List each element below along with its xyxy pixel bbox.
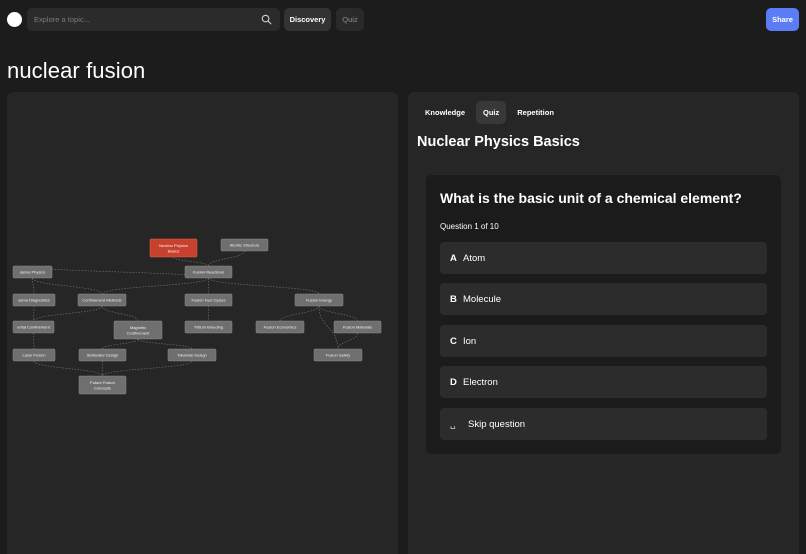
search-input[interactable] <box>27 8 257 31</box>
answer-option-c[interactable]: C Ion <box>440 325 767 357</box>
graph-node-label: Confinement <box>127 330 151 335</box>
graph-node-label: Tritium Breeding <box>194 325 223 330</box>
panel-tabs: Knowledge Quiz Repetition <box>418 101 561 124</box>
tab-knowledge[interactable]: Knowledge <box>418 101 472 124</box>
graph-node-ffc[interactable]: Fusion Fuel Cycles <box>184 293 233 307</box>
graph-node-as[interactable]: Atomic Structure <box>220 238 269 252</box>
page-title: nuclear fusion <box>7 58 146 83</box>
graph-edge <box>208 277 320 295</box>
option-letter: C <box>450 335 457 347</box>
graph-edge <box>32 265 209 279</box>
option-letter: B <box>450 293 457 305</box>
skip-text: Skip question <box>468 418 526 430</box>
option-text: Electron <box>463 376 498 388</box>
graph-edge <box>337 332 358 350</box>
graph-node-sd[interactable]: Stellarator Design <box>78 348 127 362</box>
graph-edge <box>33 332 35 350</box>
app-logo[interactable] <box>7 12 22 27</box>
graph-node-label: ertial Confinement <box>17 325 50 330</box>
graph-node-ffcn[interactable]: Future FusionConcepts <box>78 375 127 395</box>
answer-option-d[interactable]: D Electron <box>440 366 767 398</box>
graph-node-label: Fusion Safety <box>326 353 350 358</box>
option-letter: D <box>450 376 457 388</box>
knowledge-graph-panel[interactable]: Nuclear Physics Basics Atomic Structure las… <box>7 92 398 554</box>
option-text: Ion <box>463 335 477 347</box>
nav-discovery-button[interactable]: Discovery <box>284 8 331 31</box>
graph-edge <box>33 360 103 377</box>
graph-edge <box>137 338 193 350</box>
graph-edge <box>102 360 193 377</box>
graph-node-label: Magnetic <box>130 325 146 330</box>
graph-node-label: Atomic Structure <box>230 243 260 248</box>
graph-node-td[interactable]: Tokamak Design <box>167 348 217 362</box>
space-key-icon: ␣ <box>450 418 456 429</box>
graph-node-label: Stellarator Design <box>87 353 119 358</box>
graph-edge <box>173 256 209 267</box>
search-icon[interactable] <box>261 14 272 25</box>
option-letter: A <box>450 252 457 264</box>
graph-edge <box>208 250 245 267</box>
graph-node-label: lasma Physics <box>20 270 46 275</box>
graph-node-fs[interactable]: Fusion Safety <box>313 348 363 362</box>
graph-node-fe[interactable]: Fusion Energy <box>294 293 344 307</box>
graph-edge <box>33 305 35 322</box>
graph-node-pp[interactable]: lasma Physics <box>12 265 53 279</box>
graph-edge <box>279 305 320 322</box>
topic-panel: Knowledge Quiz Repetition Nuclear Physic… <box>408 92 799 554</box>
graph-edge <box>33 305 103 322</box>
graph-node-fr[interactable]: Fusion Reactions <box>184 265 233 279</box>
graph-edge <box>32 277 35 295</box>
graph-edge <box>102 338 139 350</box>
tab-quiz[interactable]: Quiz <box>476 101 507 124</box>
graph-edge <box>32 277 103 295</box>
graph-node-label: Tokamak Design <box>177 353 207 358</box>
graph-node-label: Confinement Methods <box>82 298 121 303</box>
graph-node-label: Basics <box>168 248 180 253</box>
graph-node-label: Fusion Energy <box>306 298 332 303</box>
quiz-card: What is the basic unit of a chemical ele… <box>426 175 781 454</box>
graph-node-ic[interactable]: ertial Confinement <box>12 320 55 334</box>
graph-node-label: Nuclear Physics <box>159 243 188 248</box>
graph-edge <box>318 305 358 322</box>
graph-node-npb[interactable]: Nuclear PhysicsBasics <box>149 238 198 258</box>
graph-node-fm[interactable]: Fusion Materials <box>333 320 382 334</box>
graph-node-pd[interactable]: asma Diagnostics <box>12 293 56 307</box>
quiz-progress: Question 1 of 10 <box>440 222 499 231</box>
knowledge-graph[interactable]: Nuclear PhysicsBasics Atomic Structure las… <box>7 92 398 554</box>
graph-node-label: Fusion Reactions <box>193 270 224 275</box>
graph-node-label: Fusion Economics <box>264 325 297 330</box>
answer-option-b[interactable]: B Molecule <box>440 283 767 315</box>
graph-node-lf[interactable]: Laser Fusion <box>12 348 56 362</box>
graph-node-label: Fusion Fuel Cycles <box>191 298 225 303</box>
graph-node-label: asma Diagnostics <box>18 298 50 303</box>
graph-node-label: Fusion Materials <box>343 325 372 330</box>
search-bar[interactable] <box>27 8 280 31</box>
graph-node-cm[interactable]: Confinement Methods <box>77 293 127 307</box>
skip-question-button[interactable]: ␣ Skip question <box>440 408 767 440</box>
option-text: Molecule <box>463 293 502 305</box>
share-button[interactable]: Share <box>766 8 799 31</box>
tab-repetition[interactable]: Repetition <box>510 101 561 124</box>
nav-quiz-button[interactable]: Quiz <box>336 8 364 31</box>
section-title: Nuclear Physics Basics <box>417 134 580 150</box>
graph-node-label: Laser Fusion <box>22 353 45 358</box>
answer-option-a[interactable]: A Atom <box>440 242 767 274</box>
graph-node-tb[interactable]: Tritium Breeding <box>184 320 233 334</box>
graph-edge <box>101 277 209 295</box>
graph-node-mc[interactable]: MagneticConfinement <box>113 320 163 340</box>
graph-edge <box>101 305 139 322</box>
graph-node-label: Future Fusion <box>90 380 115 385</box>
quiz-question: What is the basic unit of a chemical ele… <box>440 190 742 206</box>
option-text: Atom <box>463 252 486 264</box>
graph-node-fec[interactable]: Fusion Economics <box>255 320 305 334</box>
graph-node-label: Concepts <box>94 385 111 390</box>
